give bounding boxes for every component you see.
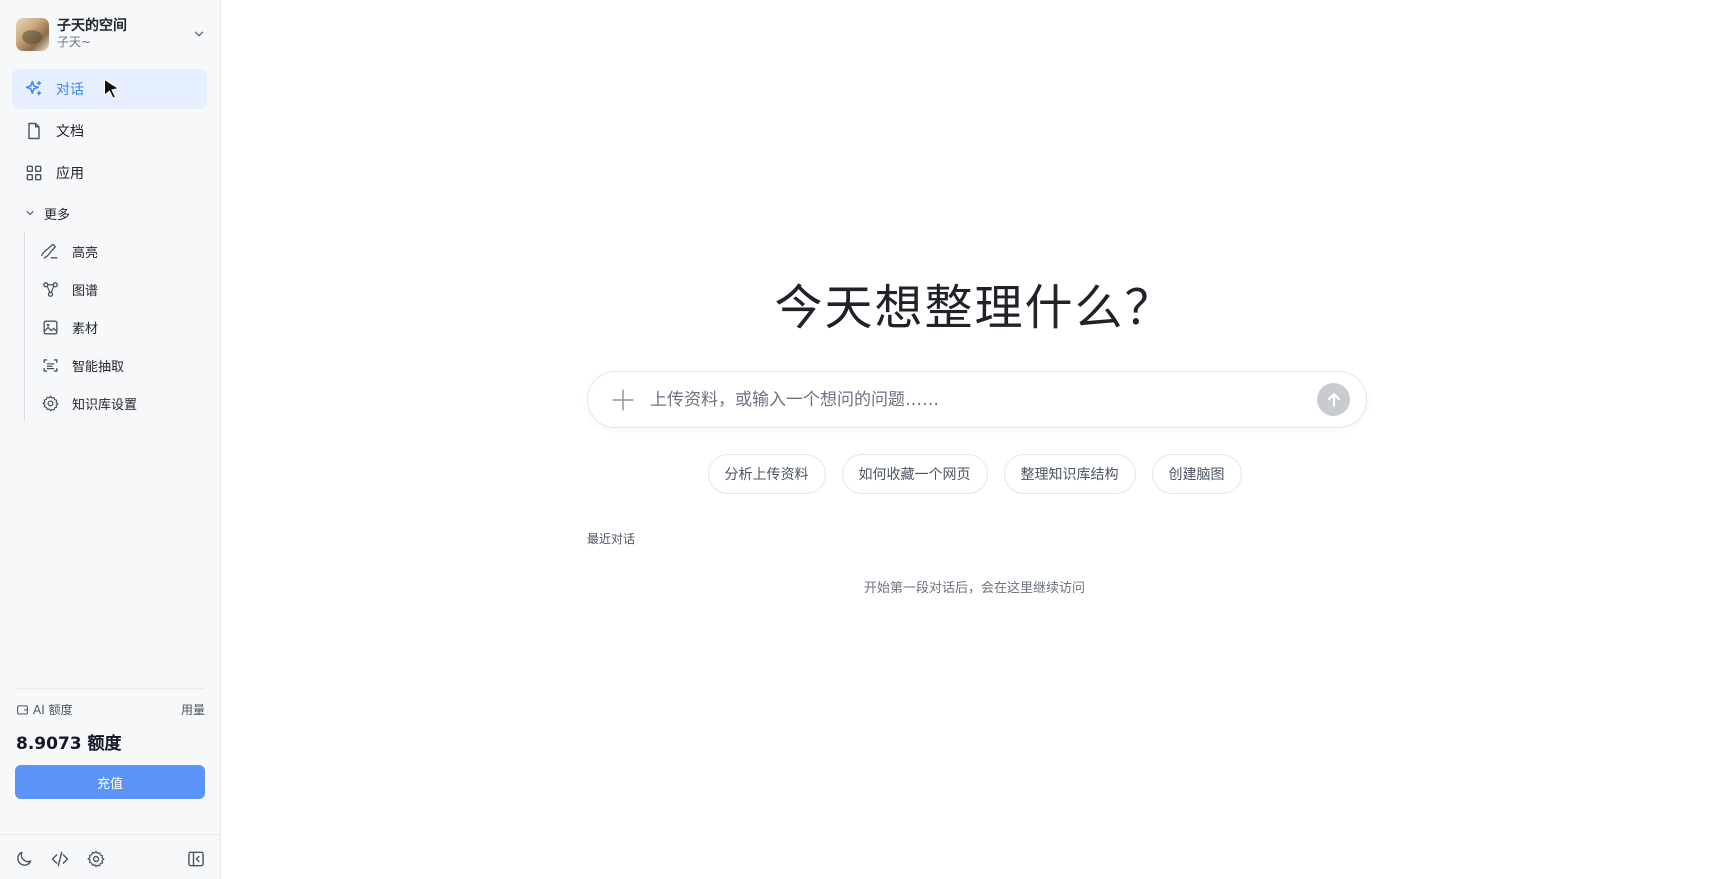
sub-item-assets[interactable]: 素材	[41, 310, 207, 344]
sub-nav-line	[24, 232, 25, 421]
page-title: 今天想整理什么？	[774, 280, 1175, 336]
settings-icon[interactable]	[86, 849, 106, 869]
collapse-sidebar-icon[interactable]	[186, 849, 206, 869]
sub-item-label: 高亮	[72, 245, 99, 261]
usage-link[interactable]: 用量	[181, 701, 205, 718]
suggestion-chip[interactable]: 整理知识库结构	[1003, 454, 1136, 494]
code-icon[interactable]	[50, 849, 70, 869]
suggestion-chips: 分析上传资料 如何收藏一个网页 整理知识库结构 创建脑图	[221, 454, 1728, 494]
wallet-icon	[17, 704, 28, 714]
extract-icon	[43, 358, 58, 372]
chevron-down-icon[interactable]	[192, 27, 206, 41]
chat-input-box	[587, 371, 1367, 428]
moon-icon[interactable]	[14, 849, 34, 869]
more-toggle[interactable]: 更多	[24, 202, 70, 224]
sub-item-label: 图谱	[72, 283, 99, 299]
arrow-up-icon	[1327, 392, 1340, 407]
empty-state-hint: 开始第一段对话后，会在这里继续访问	[863, 581, 1085, 596]
quota-label: AI 额度	[33, 702, 73, 717]
nav-item-label: 应用	[56, 166, 84, 182]
mouse-cursor-icon	[104, 78, 120, 99]
graph-icon	[43, 281, 58, 297]
document-icon	[28, 122, 40, 140]
grid-icon	[26, 165, 42, 181]
recent-conversations-label: 最近对话	[587, 532, 636, 546]
nav-item-documents[interactable]: 文档	[12, 111, 207, 151]
chevron-down-icon	[26, 210, 34, 216]
plus-icon[interactable]	[610, 387, 636, 413]
quota-value: 8.9073 额度	[16, 734, 122, 754]
sub-item-extract[interactable]: 智能抽取	[41, 348, 207, 382]
nav-item-apps[interactable]: 应用	[12, 153, 207, 193]
workspace-switcher[interactable]: 子天的空间 子天~	[16, 17, 206, 51]
sub-item-label: 知识库设置	[72, 397, 138, 413]
chat-input[interactable]	[650, 384, 1317, 415]
gear-icon	[42, 395, 59, 411]
sparkle-icon	[25, 80, 42, 96]
highlighter-icon	[41, 243, 58, 259]
main-area: 今天想整理什么？ 分析上传资料 如何收藏一个网页 整理知识库结构 创建脑图 最近…	[221, 0, 1728, 879]
suggestion-chip[interactable]: 分析上传资料	[707, 454, 826, 494]
nav-item-label: 文档	[56, 124, 84, 140]
suggestion-chip[interactable]: 创建脑图	[1151, 454, 1242, 494]
app-root: 子天的空间 子天~ 对话 文档 应用 更多 高亮 图谱 素材 智能抽取 知识库设…	[0, 0, 1728, 879]
sub-item-graph[interactable]: 图谱	[41, 272, 207, 306]
more-label: 更多	[44, 207, 71, 223]
sub-item-kb-settings[interactable]: 知识库设置	[41, 386, 207, 420]
nav-item-label: 对话	[56, 82, 84, 98]
workspace-user: 子天~	[57, 35, 92, 50]
divider	[15, 688, 204, 689]
suggestion-chip[interactable]: 如何收藏一个网页	[841, 454, 988, 494]
avatar	[16, 17, 49, 51]
recharge-button[interactable]: 充值	[15, 765, 205, 799]
image-icon	[43, 319, 58, 335]
divider	[0, 834, 220, 835]
send-button[interactable]	[1317, 383, 1350, 416]
sub-item-label: 智能抽取	[72, 359, 125, 375]
sidebar: 子天的空间 子天~ 对话 文档 应用 更多 高亮 图谱 素材 智能抽取 知识库设…	[0, 0, 221, 879]
quota-header: AI 额度 用量	[16, 700, 205, 718]
sub-item-highlight[interactable]: 高亮	[41, 234, 207, 268]
sub-item-label: 素材	[72, 321, 99, 337]
workspace-name: 子天的空间	[57, 18, 127, 35]
